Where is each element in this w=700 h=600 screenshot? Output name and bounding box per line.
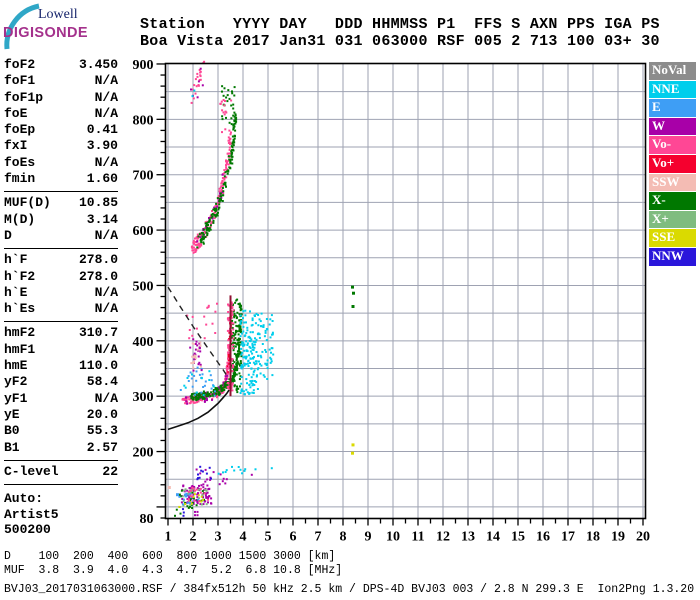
legend-item-e: E bbox=[649, 99, 696, 117]
y-axis-label: 700 bbox=[133, 169, 154, 184]
y-axis-label: 900 bbox=[133, 58, 154, 73]
plot-border bbox=[164, 62, 647, 520]
muf-table: D 100 200 400 600 800 1000 1500 3000 [km… bbox=[4, 550, 342, 578]
legend-item-w: W bbox=[649, 117, 696, 136]
x-axis-label: 13 bbox=[461, 530, 475, 545]
legend-item-noval: NoVal bbox=[649, 62, 696, 80]
x-axis-label: 1 bbox=[165, 530, 172, 545]
x-axis-label: 20 bbox=[636, 530, 650, 545]
x-axis-label: 5 bbox=[265, 530, 272, 545]
legend-item-ssw: SSW bbox=[649, 173, 696, 192]
muf-table-muf-row: MUF 3.8 3.9 4.0 4.3 4.7 5.2 6.8 10.8 [MH… bbox=[4, 564, 343, 577]
legend-item-vo: Vo+ bbox=[649, 154, 696, 173]
x-axis-label: 18 bbox=[586, 530, 600, 545]
x-axis-label: 16 bbox=[536, 530, 550, 545]
x-axis-label: 3 bbox=[215, 530, 222, 545]
legend-item-nnw: NNW bbox=[649, 247, 696, 266]
axis-ticks bbox=[156, 63, 644, 526]
y-axis-label: 200 bbox=[133, 446, 154, 461]
footer-file-info: BVJ03_2017031063000.RSF / 384fx512h 50 k… bbox=[4, 583, 695, 596]
gridlines bbox=[165, 63, 646, 519]
x-axis-label: 7 bbox=[315, 530, 322, 545]
profile-curves bbox=[167, 286, 232, 431]
x-axis-label: 10 bbox=[386, 530, 400, 545]
x-axis-label: 9 bbox=[365, 530, 372, 545]
legend-item-nne: NNE bbox=[649, 80, 696, 99]
ionogram-plot: 900800700600500400300200801 2 3 4 5 6 7 8 9 10 11 1… bbox=[133, 58, 651, 545]
legend-item-sse: SSE bbox=[649, 229, 696, 247]
x-axis-label: 19 bbox=[611, 530, 625, 545]
x-axis-label: 11 bbox=[411, 530, 424, 545]
x-axis-label: 4 bbox=[240, 530, 247, 545]
x-axis-label: 15 bbox=[511, 530, 525, 545]
x-axis-labels: 1 2 3 4 5 6 7 8 9 10 11 12 13 14 15 16 17 18 19 20 bbox=[165, 530, 651, 545]
y-axis-label: 80 bbox=[140, 512, 154, 527]
x-axis-label: 17 bbox=[561, 530, 575, 545]
legend: NoVal NNE E W Vo- Vo+ SSW X- X+ SSE NNW bbox=[649, 62, 696, 267]
legend-item-x: X+ bbox=[649, 210, 696, 229]
y-axis-label: 500 bbox=[133, 279, 154, 294]
y-axis-label: 800 bbox=[133, 113, 154, 128]
echo-points bbox=[167, 60, 355, 517]
x-axis-label: 6 bbox=[290, 530, 297, 545]
y-axis-label: 300 bbox=[133, 390, 154, 405]
muf-table-distance-row: D 100 200 400 600 800 1000 1500 3000 [km… bbox=[4, 550, 336, 563]
x-axis-label: 14 bbox=[486, 530, 500, 545]
x-axis-label: 12 bbox=[436, 530, 450, 545]
y-axis-label: 600 bbox=[133, 224, 154, 239]
y-axis-labels: 900 800 700 600 500 400 300 200 80 bbox=[133, 58, 154, 527]
x-axis-label: 8 bbox=[340, 530, 347, 545]
x-axis-label: 2 bbox=[190, 530, 197, 545]
legend-item-x: X- bbox=[649, 192, 696, 210]
y-axis-label: 400 bbox=[133, 335, 154, 350]
legend-item-vo: Vo- bbox=[649, 136, 696, 154]
